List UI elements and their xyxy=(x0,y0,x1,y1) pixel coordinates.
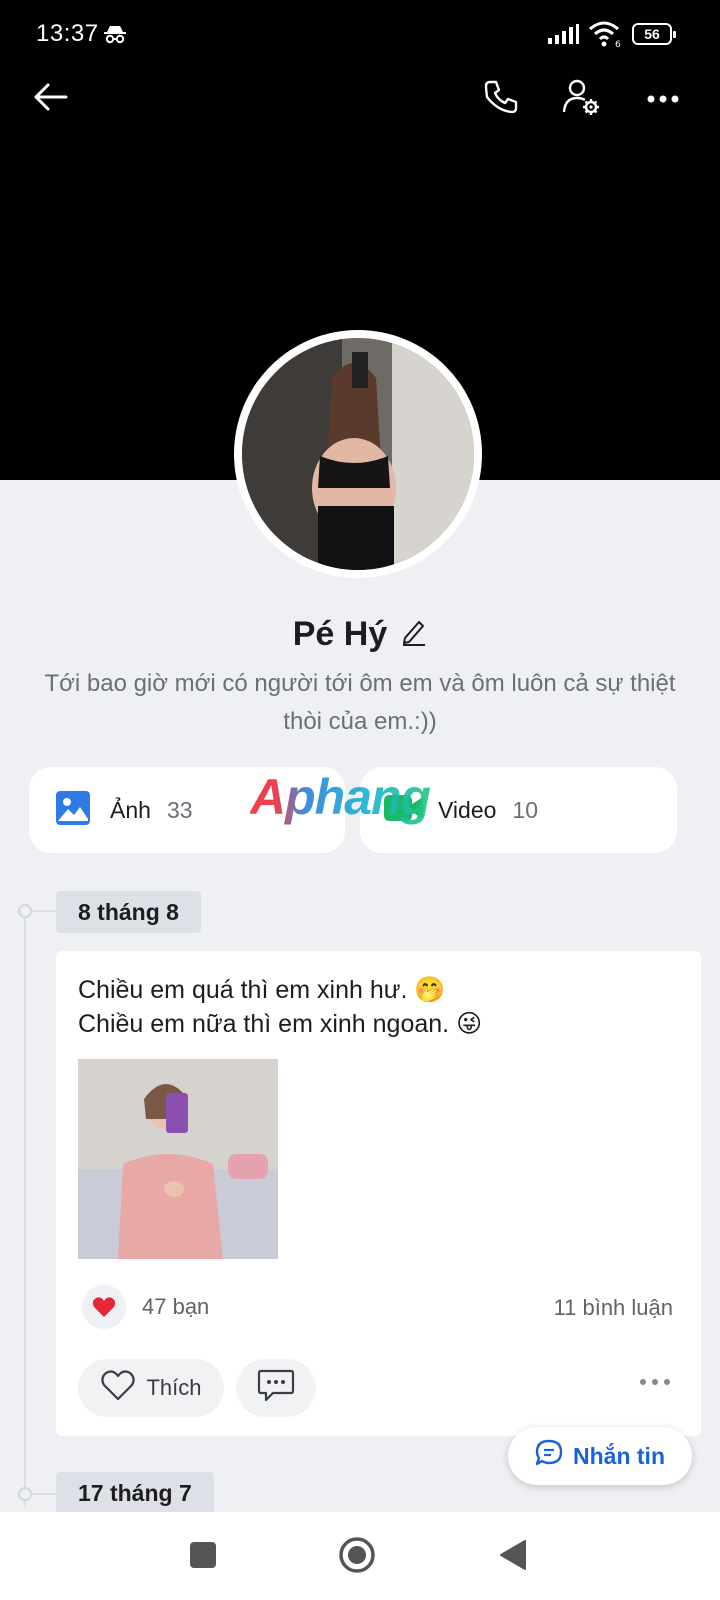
message-label: Nhắn tin xyxy=(573,1442,665,1469)
image-icon xyxy=(56,790,90,830)
photos-label: Ảnh xyxy=(110,796,151,823)
status-time: 13:37 xyxy=(36,20,99,47)
post-text-line: Chiều em quá thì em xinh hư. 🤭 xyxy=(78,976,446,1004)
phone-icon xyxy=(483,79,519,120)
like-label: Thích xyxy=(146,1375,202,1400)
triangle-back-icon xyxy=(499,1539,527,1576)
pencil-icon xyxy=(401,621,427,650)
post-more-button[interactable] xyxy=(639,1373,671,1391)
timeline-line xyxy=(24,912,26,1507)
profile-settings-button[interactable] xyxy=(556,74,606,124)
timeline-dot xyxy=(18,1487,32,1501)
videos-label: Video xyxy=(438,796,497,823)
edit-name-button[interactable] xyxy=(401,618,427,651)
timeline-date: 17 tháng 7 xyxy=(56,1472,214,1514)
comments-count[interactable]: 11 bình luận xyxy=(554,1295,673,1321)
square-icon xyxy=(189,1541,217,1574)
reaction-count: 47 bạn xyxy=(142,1294,210,1319)
chat-bubble-icon xyxy=(535,1439,563,1473)
home-button[interactable] xyxy=(332,1532,382,1582)
profile-name: Pé Hý xyxy=(292,615,388,653)
more-options-button[interactable] xyxy=(638,74,688,124)
battery-indicator: 56 xyxy=(632,23,676,45)
recents-button[interactable] xyxy=(178,1532,228,1582)
signal-icon xyxy=(548,24,580,49)
back-nav-button[interactable] xyxy=(488,1532,538,1582)
wifi-icon: 6 xyxy=(588,20,622,53)
call-button[interactable] xyxy=(476,74,526,124)
incognito-icon xyxy=(103,24,127,49)
profile-bio: Tới bao giờ mới có người tới ôm em và ôm… xyxy=(44,670,676,735)
timeline-dot xyxy=(18,904,32,918)
more-horizontal-icon xyxy=(647,90,679,108)
heart-reaction-icon xyxy=(82,1285,126,1329)
svg-text:6: 6 xyxy=(615,40,621,48)
post-text-line: Chiều em nữa thì em xinh ngoan. 😜 xyxy=(78,1010,483,1038)
timeline-connector xyxy=(31,1493,59,1495)
like-button[interactable]: Thích xyxy=(78,1359,224,1417)
profile-name-row: Pé Hý xyxy=(0,615,720,654)
avatar[interactable] xyxy=(242,338,474,570)
system-nav-bar xyxy=(0,1512,720,1600)
heart-outline-icon xyxy=(100,1369,136,1407)
home-circle-icon xyxy=(338,1536,376,1579)
photos-count: 33 xyxy=(166,796,193,823)
videos-count: 10 xyxy=(512,796,539,823)
comment-button[interactable] xyxy=(236,1359,316,1417)
post-card[interactable]: Chiều em quá thì em xinh hư. 🤭 Chiều em … xyxy=(56,951,701,1436)
comment-icon xyxy=(257,1369,295,1408)
timeline-connector xyxy=(31,910,59,912)
timeline-date: 8 tháng 8 xyxy=(56,891,201,933)
arrow-left-icon xyxy=(34,83,68,116)
message-button[interactable]: Nhắn tin xyxy=(508,1427,692,1485)
watermark-logo: Aphang xyxy=(250,769,431,825)
post-photo[interactable] xyxy=(78,1059,278,1259)
reaction-summary[interactable]: 47 bạn xyxy=(82,1285,209,1329)
user-gear-icon xyxy=(562,78,600,121)
status-bar: 13:37 6 56 xyxy=(0,0,720,70)
post-text: Chiều em quá thì em xinh hư. 🤭 Chiều em … xyxy=(78,973,482,1041)
back-button[interactable] xyxy=(26,74,76,124)
